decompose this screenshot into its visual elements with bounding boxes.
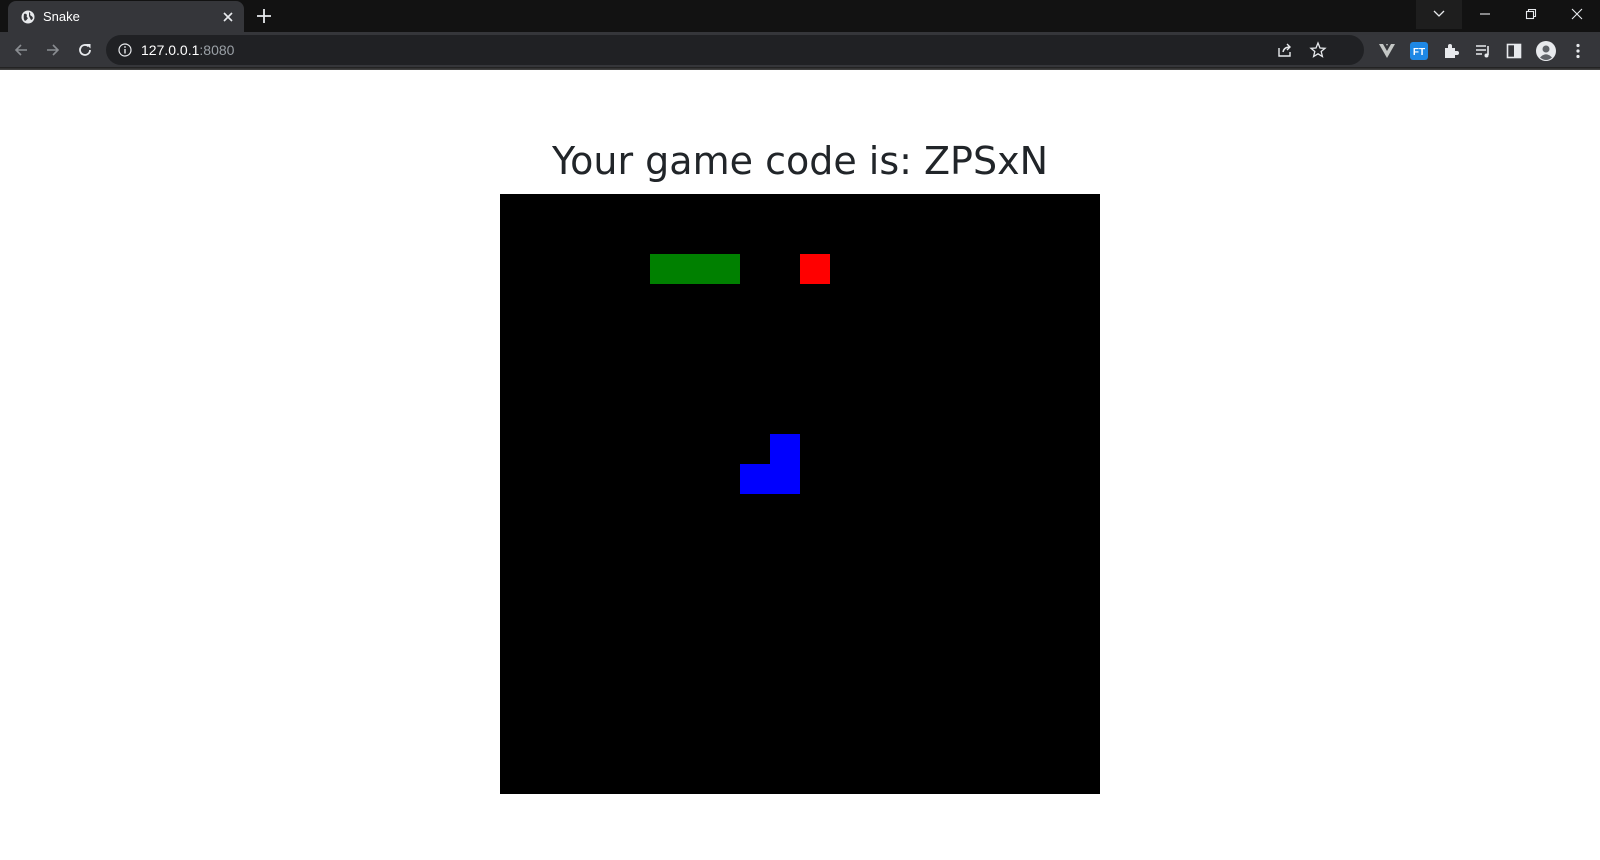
extension-ft-icon[interactable]: FT [1410, 42, 1428, 60]
browser-tab-strip: Snake [0, 0, 1600, 32]
reload-icon [79, 44, 91, 56]
food-item [800, 254, 830, 284]
extensions-puzzle-icon[interactable] [1442, 42, 1460, 60]
blue-snake-segment [770, 464, 800, 494]
restore-icon [1525, 8, 1537, 20]
bookmark-star-icon[interactable] [1309, 41, 1327, 59]
blue-snake-segment [770, 434, 800, 464]
browser-toolbar: 127.0.0.1:8080 FT [0, 32, 1600, 69]
arrow-right-icon [47, 44, 60, 56]
url-port: :8080 [199, 42, 235, 58]
kebab-menu-icon[interactable] [1569, 42, 1587, 60]
page-content: Your game code is: ZPSxN [0, 70, 1600, 860]
close-window-button[interactable] [1554, 0, 1600, 29]
green-snake-segment [710, 254, 740, 284]
url-text: 127.0.0.1:8080 [141, 42, 234, 58]
media-controls-icon[interactable] [1474, 42, 1492, 60]
close-icon [1571, 8, 1583, 20]
chevron-down-icon [1433, 10, 1445, 17]
forward-button[interactable] [41, 38, 65, 62]
green-snake-segment [650, 254, 680, 284]
close-tab-icon[interactable] [220, 9, 236, 25]
tab-title: Snake [43, 9, 80, 24]
browser-tab[interactable]: Snake [8, 1, 244, 32]
globe-icon [21, 10, 35, 24]
url-host: 127.0.0.1 [141, 42, 200, 58]
game-code-heading: Your game code is: ZPSxN [551, 139, 1049, 183]
minimize-icon [1480, 13, 1490, 15]
profile-avatar-icon[interactable] [1536, 41, 1556, 61]
info-icon[interactable] [118, 43, 132, 57]
restore-button[interactable] [1508, 0, 1554, 29]
green-snake-segment [680, 254, 710, 284]
vue-devtools-icon[interactable] [1378, 42, 1396, 60]
reload-button[interactable] [73, 38, 97, 62]
address-bar[interactable]: 127.0.0.1:8080 [106, 35, 1364, 65]
share-icon[interactable] [1276, 41, 1294, 59]
minimize-button[interactable] [1462, 0, 1508, 29]
side-panel-icon[interactable] [1505, 42, 1523, 60]
arrow-left-icon [14, 44, 27, 56]
blue-snake-segment [740, 464, 770, 494]
back-button[interactable] [9, 38, 33, 62]
game-board[interactable] [500, 194, 1100, 794]
svg-text:FT: FT [1413, 47, 1425, 58]
tab-search-button[interactable] [1416, 0, 1462, 29]
new-tab-plus-icon[interactable] [253, 5, 275, 27]
